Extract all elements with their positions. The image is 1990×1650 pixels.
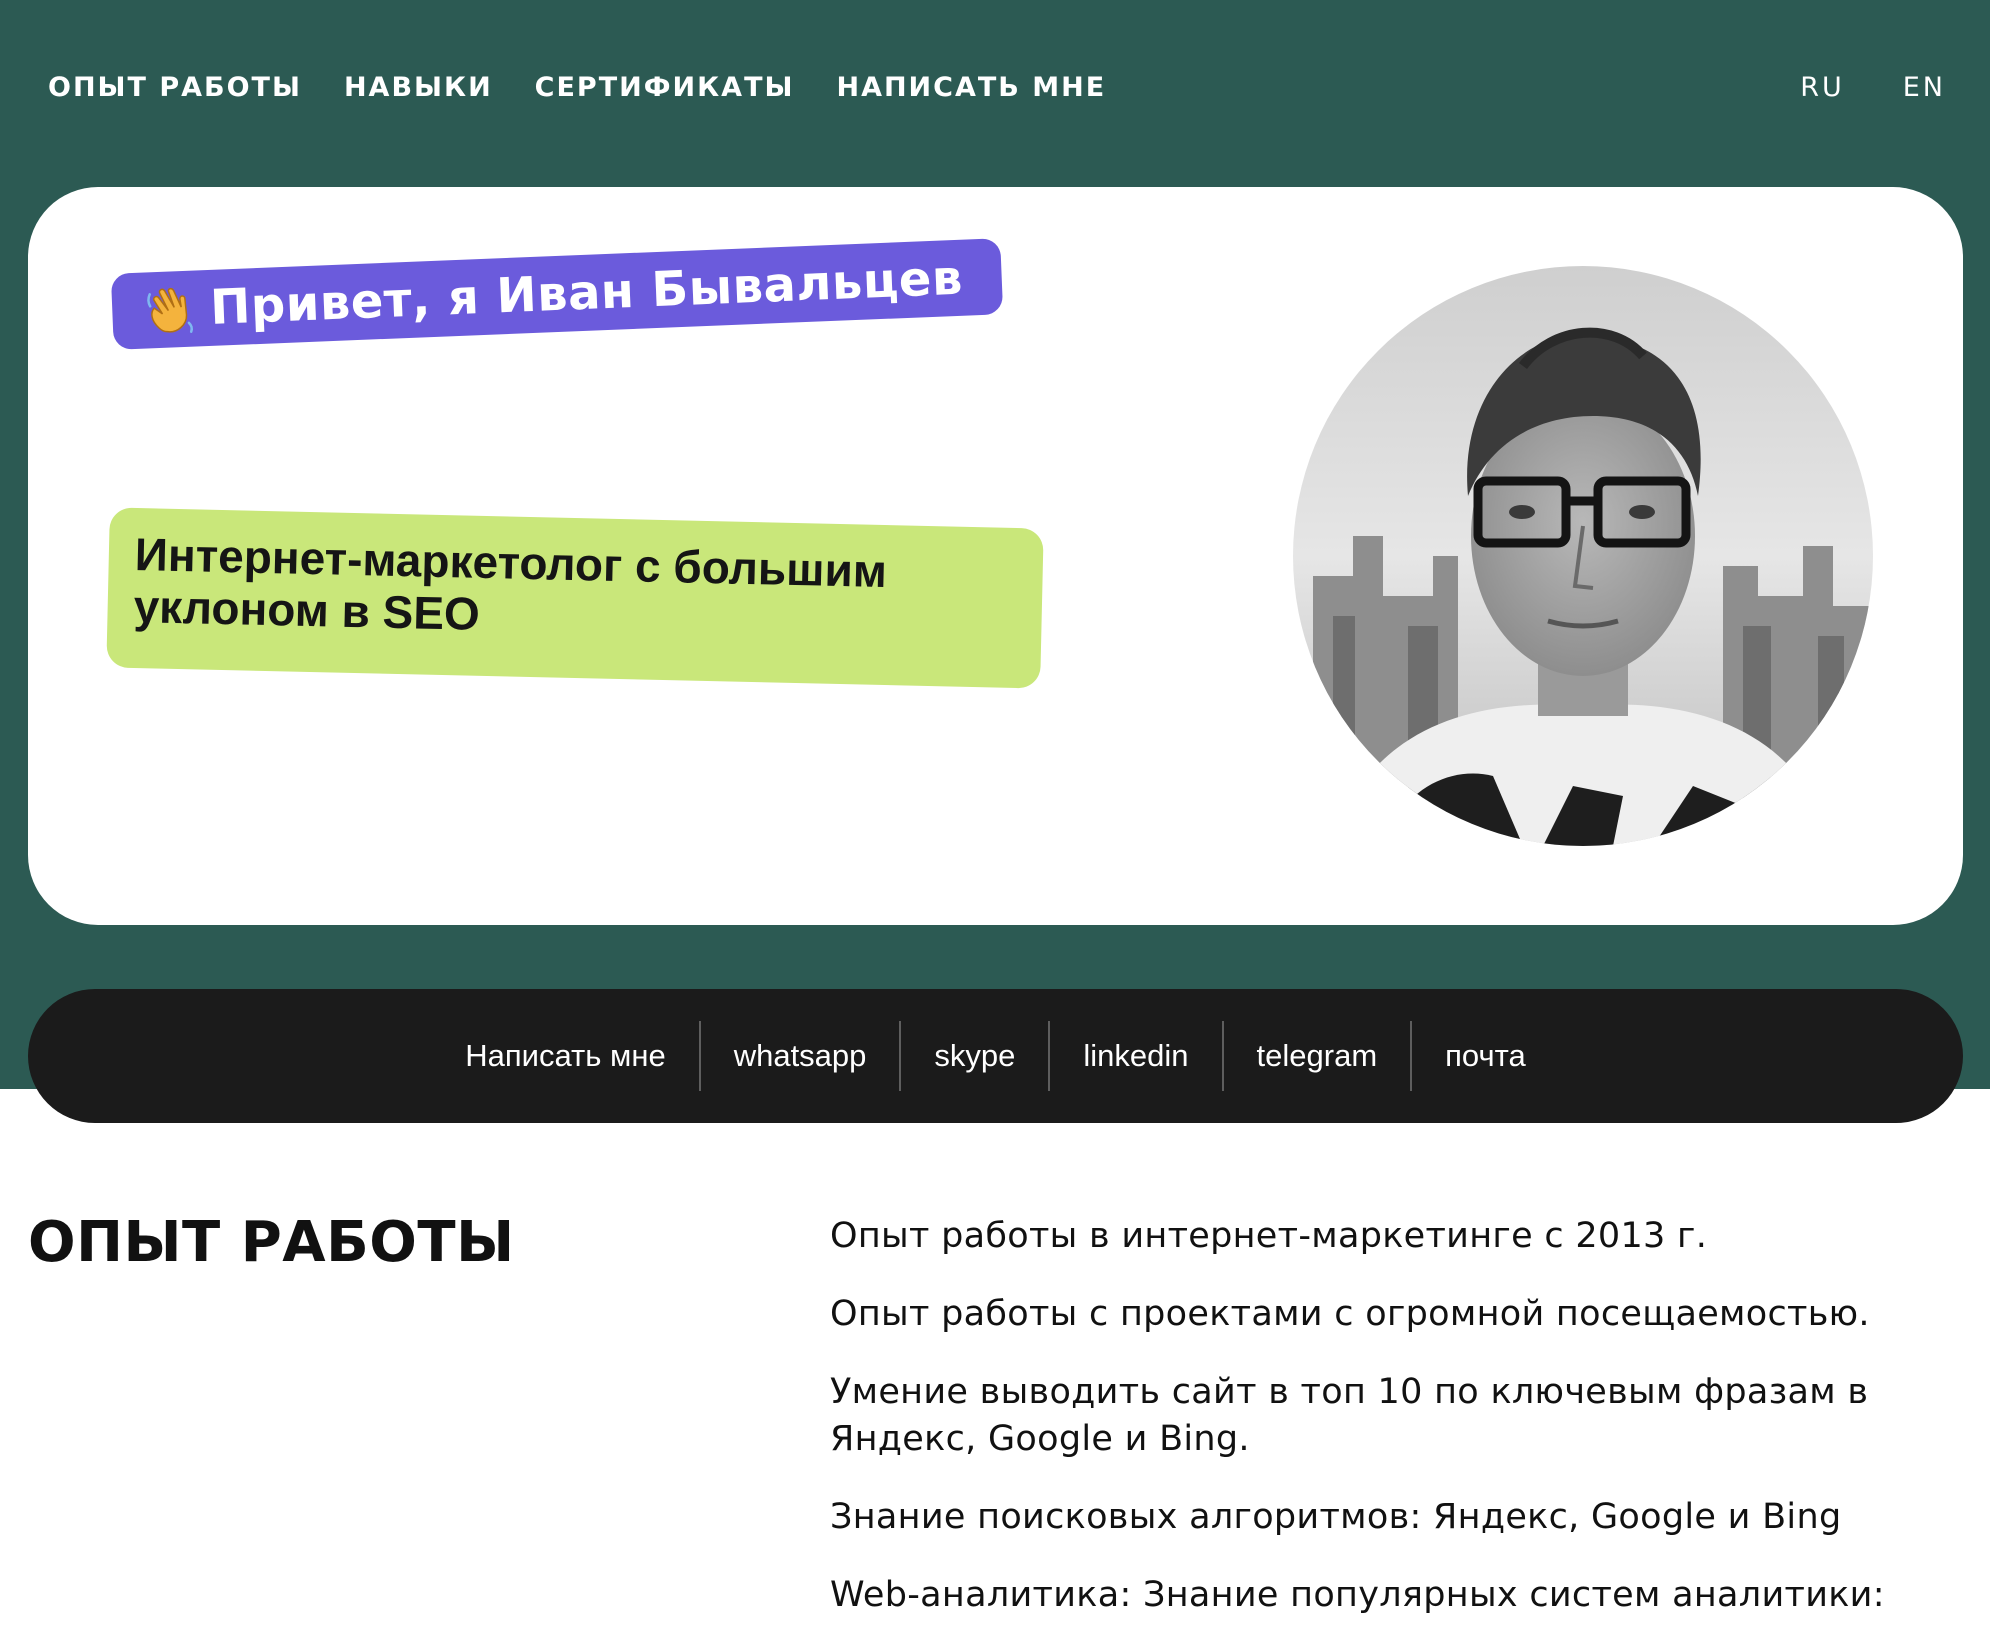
list-item: Web-аналитика: Знание популярных систем … xyxy=(830,1575,1885,1615)
experience-list: Опыт работы в интернет-маркетинге с 2013… xyxy=(830,1213,1950,1650)
greeting-badge: Привет, я Иван Бывальцев xyxy=(110,238,1004,350)
nav-item-contact[interactable]: НАПИСАТЬ МНЕ xyxy=(836,72,1106,103)
lang-en[interactable]: EN xyxy=(1903,72,1946,103)
language-switcher: RU EN xyxy=(1800,72,1946,103)
list-item: Знание поисковых алгоритмов: Яндекс, Goo… xyxy=(830,1497,1842,1537)
hero-card: Привет, я Иван Бывальцев Интернет-маркет… xyxy=(28,187,1963,925)
greeting-text: Привет, я Иван Бывальцев xyxy=(209,249,964,336)
contact-write-me[interactable]: Написать мне xyxy=(432,1021,698,1091)
role-text: Интернет-маркетолог с большим уклоном в … xyxy=(133,528,888,640)
contact-whatsapp[interactable]: whatsapp xyxy=(701,1021,900,1091)
nav-item-skills[interactable]: НАВЫКИ xyxy=(344,72,493,103)
contact-email[interactable]: почта xyxy=(1412,1021,1559,1091)
nav-item-experience[interactable]: ОПЫТ РАБОТЫ xyxy=(48,72,302,103)
waving-hand-icon xyxy=(143,283,197,337)
contact-telegram[interactable]: telegram xyxy=(1224,1021,1411,1091)
nav-item-certificates[interactable]: СЕРТИФИКАТЫ xyxy=(535,72,795,103)
contact-linkedin[interactable]: linkedin xyxy=(1050,1021,1221,1091)
role-badge: Интернет-маркетолог с большим уклоном в … xyxy=(106,507,1044,689)
contact-skype[interactable]: skype xyxy=(901,1021,1048,1091)
main-nav: ОПЫТ РАБОТЫ НАВЫКИ СЕРТИФИКАТЫ НАПИСАТЬ … xyxy=(48,72,1106,103)
lang-ru[interactable]: RU xyxy=(1800,72,1845,103)
list-item: Умение выводить сайт в топ 10 по ключевы… xyxy=(830,1372,1869,1459)
list-item: Опыт работы с проектами с огромной посещ… xyxy=(830,1294,1870,1334)
section-title-experience: ОПЫТ РАБОТЫ xyxy=(28,1210,515,1275)
contact-bar: Написать мне whatsapp skype linkedin tel… xyxy=(28,989,1963,1123)
list-item: Опыт работы в интернет-маркетинге с 2013… xyxy=(830,1216,1708,1256)
avatar xyxy=(1293,266,1873,846)
